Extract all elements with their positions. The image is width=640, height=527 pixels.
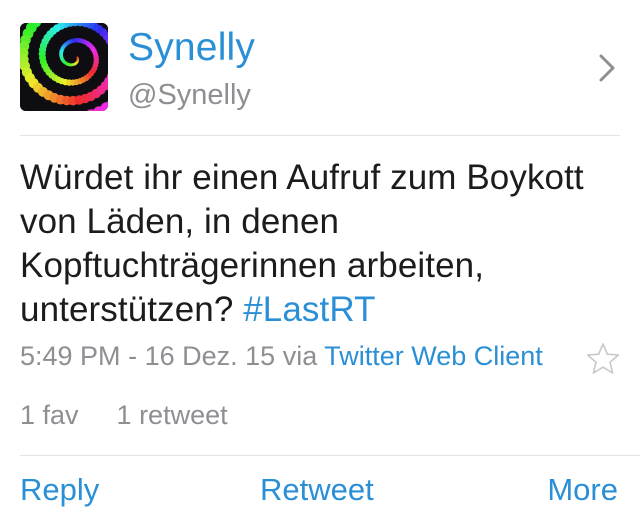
- avatar-bead: [76, 56, 79, 59]
- chevron-right-icon[interactable]: [596, 50, 618, 86]
- tweet-text-segment: unterstützen?: [20, 290, 244, 329]
- more-button[interactable]: More: [547, 472, 618, 508]
- retweet-button[interactable]: Retweet: [260, 472, 374, 508]
- tweet-text-line: unterstützen? #LastRT: [20, 288, 620, 332]
- tweet-text-line: von Läden, in denen: [20, 202, 340, 241]
- hashtag-link[interactable]: #LastRT: [243, 290, 375, 329]
- avatar[interactable]: [20, 23, 108, 111]
- star-outline-icon[interactable]: [585, 341, 621, 377]
- tweet-header[interactable]: Synelly @Synelly: [0, 0, 640, 136]
- tweet-text-line: Kopftuchträgerinnen arbeiten,: [20, 246, 485, 285]
- meta-separator: -: [128, 341, 138, 371]
- retweet-count[interactable]: 1 retweet: [117, 400, 228, 430]
- tweet-time: 5:49 PM: [20, 341, 121, 371]
- user-handle: @Synelly: [128, 79, 251, 111]
- tweet-text-line: Würdet ihr einen Aufruf zum Boykott: [20, 158, 584, 197]
- reply-button[interactable]: Reply: [20, 472, 99, 508]
- divider: [20, 135, 620, 136]
- display-name[interactable]: Synelly: [128, 26, 255, 70]
- client-link[interactable]: Twitter Web Client: [324, 341, 543, 371]
- tweet-stats: 1 fav 1 retweet: [20, 400, 228, 431]
- via-label: via: [282, 341, 318, 371]
- divider: [20, 455, 640, 456]
- avatar-spiral-image: [20, 23, 108, 111]
- tweet-text: Würdet ihr einen Aufruf zum Boykott von …: [20, 156, 620, 332]
- tweet-meta: 5:49 PM - 16 Dez. 15 via Twitter Web Cli…: [20, 341, 543, 372]
- tweet-date: 16 Dez. 15: [144, 341, 276, 371]
- fav-count[interactable]: 1 fav: [20, 400, 79, 430]
